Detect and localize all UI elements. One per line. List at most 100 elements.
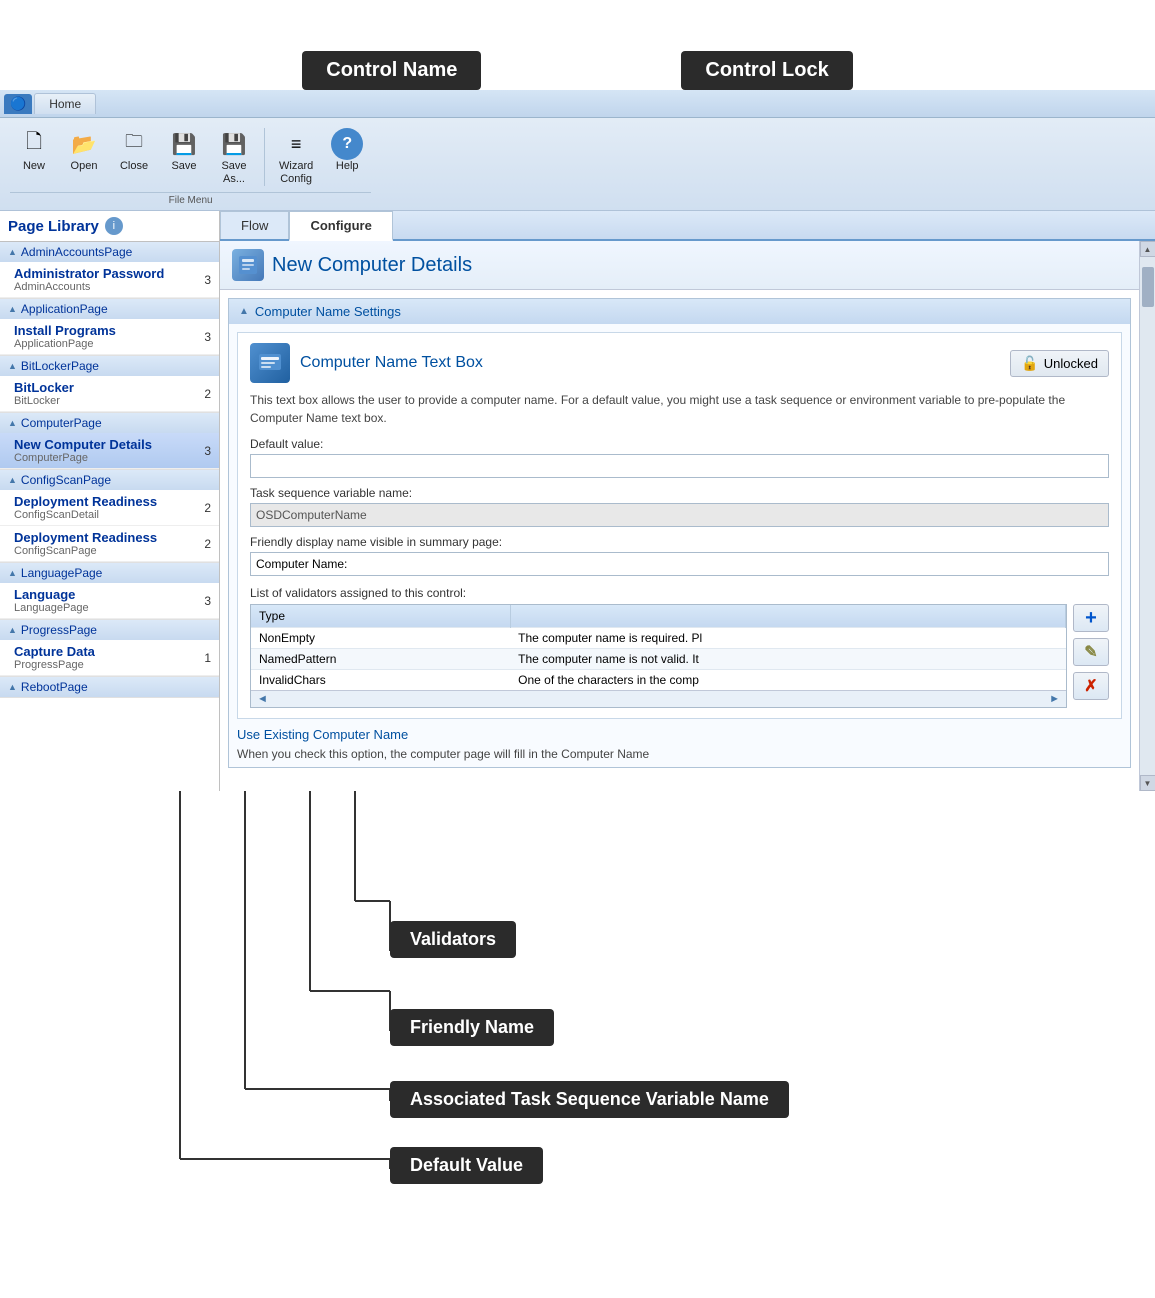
admin-group-label: AdminAccountsPage: [21, 245, 132, 259]
wizard-config-icon: ≡: [280, 128, 312, 160]
scroll-up-button[interactable]: ▲: [1140, 241, 1155, 257]
validator-desc-1: The computer name is required. Pl: [510, 628, 1065, 649]
scroll-right-icon[interactable]: ►: [1049, 693, 1060, 705]
lock-icon: 🔓: [1021, 355, 1038, 372]
sidebar-item-capture-data[interactable]: Capture Data ProgressPage 1: [0, 640, 219, 676]
section-header[interactable]: ▲ Computer Name Settings: [229, 299, 1130, 324]
new-computer-sub: ComputerPage: [14, 452, 200, 464]
save-button[interactable]: 💾 Save: [160, 124, 208, 190]
reboot-group-header[interactable]: ▲ RebootPage: [0, 677, 219, 697]
ribbon: 🔵 Home 🗋 New 📂 Open 🗀 Close 💾: [0, 90, 1155, 211]
sidebar-item-deployment-2[interactable]: Deployment Readiness ConfigScanPage 2: [0, 526, 219, 562]
language-group-label: LanguagePage: [21, 566, 102, 580]
callout-bottom-area: Validators Friendly Name Associated Task…: [0, 791, 1155, 1211]
table-row[interactable]: NamedPattern The computer name is not va…: [251, 649, 1066, 670]
bitlocker-group-label: BitLockerPage: [21, 359, 99, 373]
page-group-bitlocker: ▲ BitLockerPage BitLocker BitLocker 2: [0, 356, 219, 413]
admin-group-header[interactable]: ▲ AdminAccountsPage: [0, 242, 219, 262]
deployment-1-sub: ConfigScanDetail: [14, 509, 200, 521]
wizard-config-button[interactable]: ≡ WizardConfig: [271, 124, 321, 190]
sidebar-item-bitlocker[interactable]: BitLocker BitLocker 2: [0, 376, 219, 412]
save-as-label: SaveAs...: [221, 160, 246, 186]
install-programs-name: Install Programs: [14, 323, 200, 338]
sidebar-item-language[interactable]: Language LanguagePage 3: [0, 583, 219, 619]
bitlocker-sub: BitLocker: [14, 395, 200, 407]
admin-password-name: Administrator Password: [14, 266, 200, 281]
open-button[interactable]: 📂 Open: [60, 124, 108, 190]
progress-group-header[interactable]: ▲ ProgressPage: [0, 620, 219, 640]
capture-data-info: Capture Data ProgressPage: [14, 644, 200, 671]
open-label: Open: [71, 160, 98, 173]
validators-layout: Type NonEmpty The computer name is requ: [250, 604, 1109, 708]
sidebar-item-deployment-1[interactable]: Deployment Readiness ConfigScanDetail 2: [0, 490, 219, 526]
scroll-down-button[interactable]: ▼: [1140, 775, 1155, 791]
app-group-header[interactable]: ▲ ApplicationPage: [0, 299, 219, 319]
col-desc-header: [510, 605, 1065, 628]
use-existing-title: Use Existing Computer Name: [237, 727, 1122, 742]
col-type-header: Type: [251, 605, 510, 628]
table-row[interactable]: InvalidChars One of the characters in th…: [251, 670, 1066, 691]
computer-group-header[interactable]: ▲ ComputerPage: [0, 413, 219, 433]
tab-configure[interactable]: Configure: [289, 211, 392, 241]
friendly-input[interactable]: [250, 552, 1109, 576]
callout-lines-svg: [0, 791, 1155, 1211]
new-computer-name: New Computer Details: [14, 437, 200, 452]
lock-badge[interactable]: 🔓 Unlocked: [1010, 350, 1109, 377]
ribbon-group-label: File Menu: [10, 192, 371, 206]
app-group-label: ApplicationPage: [21, 302, 108, 316]
ribbon-content: 🗋 New 📂 Open 🗀 Close 💾 Save 💾 Sav: [0, 118, 1155, 210]
close-icon: 🗀: [118, 128, 150, 160]
new-label: New: [23, 160, 45, 173]
default-value-input[interactable]: [250, 454, 1109, 478]
section-title: Computer Name Settings: [255, 304, 401, 319]
computer-name-section: ▲ Computer Name Settings: [228, 298, 1131, 768]
progress-group-label: ProgressPage: [21, 623, 97, 637]
annotation-top-area: Control Name Control Lock: [0, 0, 1155, 90]
validator-type-2: NamedPattern: [251, 649, 510, 670]
tab-flow[interactable]: Flow: [220, 211, 289, 239]
close-label: Close: [120, 160, 148, 173]
sidebar-item-install-programs[interactable]: Install Programs ApplicationPage 3: [0, 319, 219, 355]
open-icon: 📂: [68, 128, 100, 160]
sidebar-item-new-computer[interactable]: New Computer Details ComputerPage 3: [0, 433, 219, 469]
new-computer-info: New Computer Details ComputerPage: [14, 437, 200, 464]
office-button[interactable]: 🔵: [4, 94, 32, 114]
sidebar-item-admin-password[interactable]: Administrator Password AdminAccounts 3: [0, 262, 219, 298]
language-name: Language: [14, 587, 200, 602]
new-button[interactable]: 🗋 New: [10, 124, 58, 190]
delete-validator-button[interactable]: ✗: [1073, 672, 1109, 700]
deployment-1-num: 2: [204, 501, 211, 515]
scroll-thumb[interactable]: [1142, 267, 1154, 307]
control-name-text: Computer Name Text Box: [300, 354, 1010, 372]
edit-validator-button[interactable]: ✎: [1073, 638, 1109, 666]
bitlocker-arrow-icon: ▲: [8, 361, 17, 371]
language-sub: LanguagePage: [14, 602, 200, 614]
save-as-button[interactable]: 💾 SaveAs...: [210, 124, 258, 190]
section-arrow-icon: ▲: [239, 306, 249, 317]
language-group-header[interactable]: ▲ LanguagePage: [0, 563, 219, 583]
table-row[interactable]: NonEmpty The computer name is required. …: [251, 628, 1066, 649]
validator-type-1: NonEmpty: [251, 628, 510, 649]
progress-arrow-icon: ▲: [8, 625, 17, 635]
sidebar-header: Page Library i: [0, 211, 219, 242]
tab-home[interactable]: Home: [34, 93, 96, 114]
capture-data-sub: ProgressPage: [14, 659, 200, 671]
deployment-2-info: Deployment Readiness ConfigScanPage: [14, 530, 200, 557]
help-icon: ?: [331, 128, 363, 160]
scroll-left-icon[interactable]: ◄: [257, 693, 268, 705]
close-button[interactable]: 🗀 Close: [110, 124, 158, 190]
add-validator-button[interactable]: +: [1073, 604, 1109, 632]
validators-table: Type NonEmpty The computer name is requ: [251, 605, 1066, 690]
computer-group-label: ComputerPage: [21, 416, 102, 430]
bitlocker-group-header[interactable]: ▲ BitLockerPage: [0, 356, 219, 376]
sidebar-info-icon[interactable]: i: [105, 217, 123, 235]
help-button[interactable]: ? Help: [323, 124, 371, 190]
control-lock-label: Control Lock: [681, 51, 852, 90]
configscan-group-header[interactable]: ▲ ConfigScanPage: [0, 470, 219, 490]
default-value-label-box: Default Value: [390, 1147, 543, 1184]
configscan-arrow-icon: ▲: [8, 475, 17, 485]
validators-section: List of validators assigned to this cont…: [250, 586, 1109, 708]
page-header-icon: [232, 249, 264, 281]
validator-desc-2: The computer name is not valid. It: [510, 649, 1065, 670]
language-num: 3: [204, 594, 211, 608]
